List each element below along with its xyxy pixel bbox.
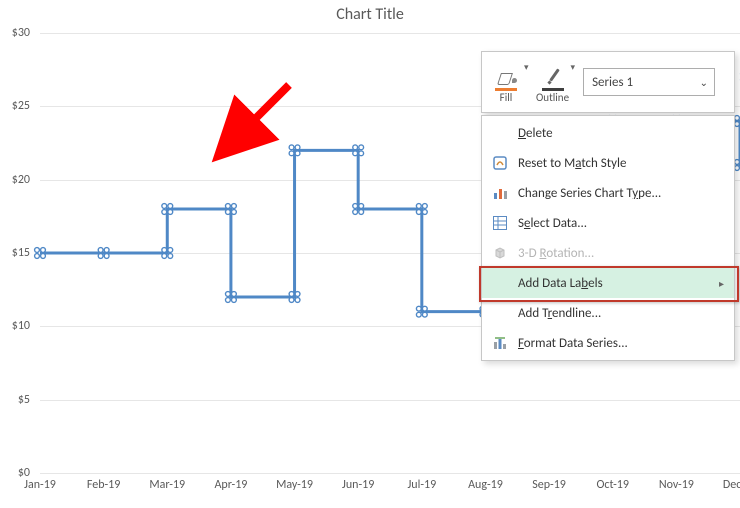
x-axis-label: Jul-19	[407, 478, 436, 492]
submenu-arrow-icon: ▸	[719, 277, 724, 290]
context-menu-item-change-type[interactable]: Change Series Chart Type...	[482, 178, 734, 208]
gridline	[40, 473, 740, 474]
paint-bucket-icon	[495, 61, 517, 91]
context-menu-item-label: 3-D Rotation...	[518, 246, 594, 261]
context-menu-item-delete[interactable]: Delete	[482, 118, 734, 148]
outline-button[interactable]: Outline	[533, 55, 573, 109]
x-axis-label: Jun-19	[342, 478, 374, 492]
outline-label: Outline	[536, 91, 569, 104]
context-menu-item-label: Reset to Match Style	[518, 156, 626, 171]
context-menu-item-label: Delete	[518, 126, 553, 141]
context-menu-item-reset[interactable]: Reset to Match Style	[482, 148, 734, 178]
fill-label: Fill	[500, 91, 513, 104]
x-axis-label: Feb-19	[87, 478, 120, 492]
x-axis-label: May-19	[276, 478, 313, 492]
context-menu-item-format-series[interactable]: Format Data Series...	[482, 328, 734, 358]
pen-icon	[542, 61, 564, 91]
context-menu-item-add-trendline[interactable]: Add Trendline...	[482, 298, 734, 328]
context-menu-item-label: Add Data Labels	[518, 276, 603, 291]
chart-title: Chart Title	[0, 5, 740, 24]
y-axis-tick: $15	[12, 246, 30, 260]
cube-icon	[488, 245, 512, 261]
y-axis-tick: $30	[12, 26, 30, 40]
fill-dropdown-arrow[interactable]: ▾	[524, 52, 529, 73]
outline-dropdown-arrow[interactable]: ▾	[571, 52, 576, 73]
reset-style-icon	[488, 155, 512, 171]
x-axis-label: Apr-19	[214, 478, 247, 492]
context-menu-item-select-data[interactable]: Select Data...	[482, 208, 734, 238]
context-menu-item-add-labels[interactable]: Add Data Labels ▸	[482, 268, 734, 298]
y-axis: $0$5$10$15$20$25$30	[0, 33, 34, 473]
mini-format-toolbar: Fill ▾ Outline ▾ Series 1 ⌄	[481, 51, 735, 113]
context-menu-item-label: Add Trendline...	[518, 306, 601, 321]
x-axis-label: Jan-19	[24, 478, 56, 492]
chevron-down-icon: ⌄	[700, 76, 708, 89]
y-axis-tick: $5	[18, 393, 30, 407]
x-axis-label: Mar-19	[149, 478, 185, 492]
context-menu-item-rotation: 3-D Rotation...	[482, 238, 734, 268]
x-axis-label: Dec-19	[723, 478, 740, 492]
y-axis-tick: $10	[12, 319, 30, 333]
x-axis-label: Sep-19	[532, 478, 566, 492]
y-axis-tick: $25	[12, 99, 30, 113]
series-context-menu: Delete Reset to Match Style Change Series …	[481, 115, 735, 361]
series-selector-value: Series 1	[592, 75, 633, 90]
context-menu-item-label: Change Series Chart Type...	[518, 186, 661, 201]
series-selector[interactable]: Series 1 ⌄	[583, 68, 715, 96]
chart-type-icon	[488, 185, 512, 201]
format-series-icon	[488, 335, 512, 351]
x-axis: Jan-19Feb-19Mar-19Apr-19May-19Jun-19Jul-…	[40, 478, 740, 498]
x-axis-label: Aug-19	[468, 478, 503, 492]
x-axis-label: Oct-19	[596, 478, 629, 492]
context-menu-item-label: Select Data...	[518, 216, 587, 231]
select-data-icon	[488, 215, 512, 231]
y-axis-tick: $20	[12, 173, 30, 187]
context-menu-item-label: Format Data Series...	[518, 336, 628, 351]
fill-button[interactable]: Fill	[486, 55, 526, 109]
x-axis-label: Nov-19	[659, 478, 694, 492]
